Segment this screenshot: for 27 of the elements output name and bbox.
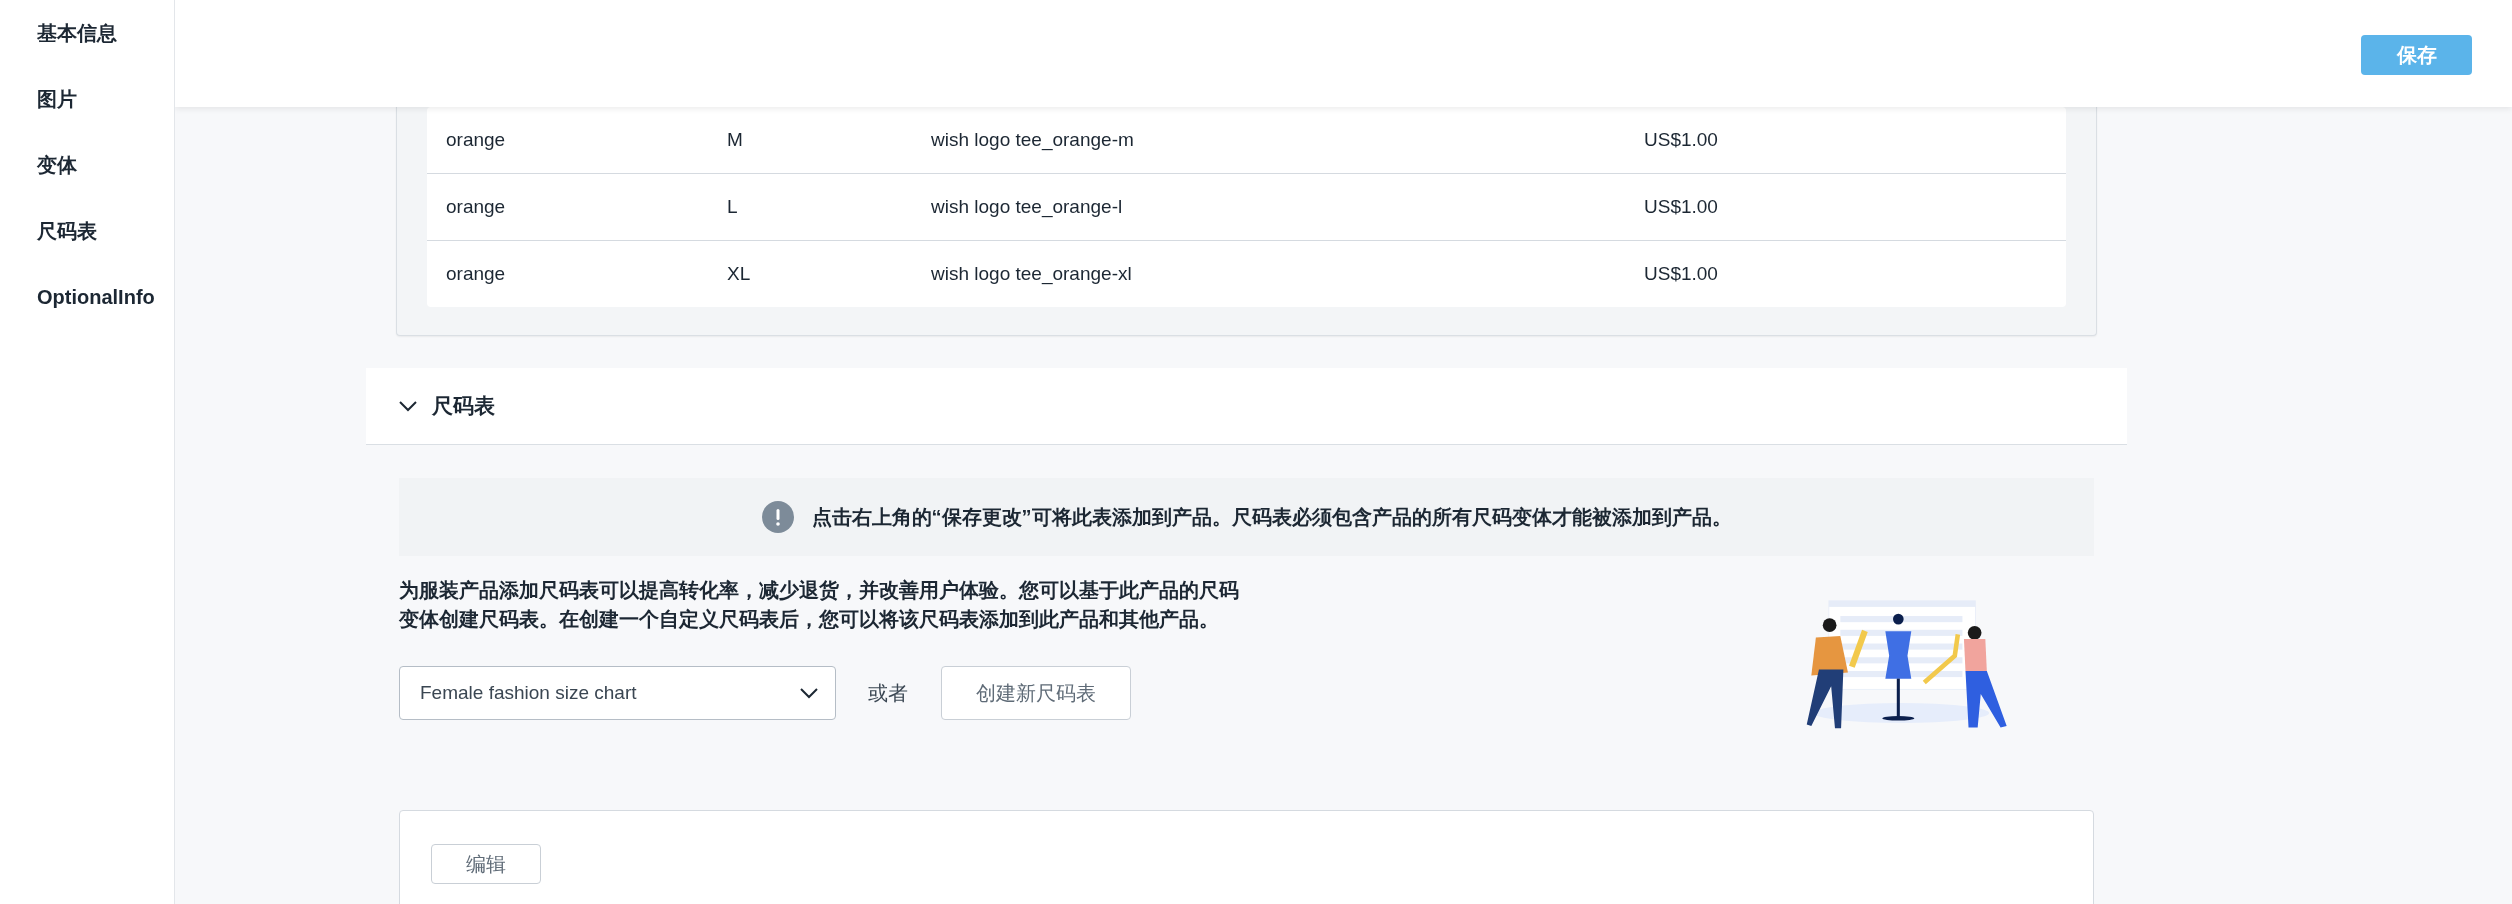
table-cell-text: orange: [446, 263, 507, 285]
sidebar-item[interactable]: OptionalInfo: [0, 278, 174, 344]
caret-icon: [799, 687, 819, 699]
table-cell-text: US$1.00: [1644, 263, 1719, 285]
edit-button[interactable]: 编辑: [431, 844, 541, 884]
table-cell-text: wish logo tee_orange-m: [931, 129, 1135, 151]
table-cell-text: L: [727, 196, 739, 218]
table-cell-text: wish logo tee_orange-l: [931, 196, 1124, 218]
table-cell-text: wish logo tee_orange-xl: [931, 263, 1133, 285]
sidebar-item[interactable]: 基本信息: [0, 14, 174, 80]
size-chart-select[interactable]: Female fashion size chart: [399, 666, 836, 720]
table-cell-text: XL: [727, 263, 752, 285]
or-label: 或者: [868, 680, 908, 706]
sidebar-item[interactable]: 图片: [0, 80, 174, 146]
sidebar-item[interactable]: 变体: [0, 146, 174, 212]
table-cell-text: M: [727, 129, 744, 151]
notice-text: 点击右上角的“保存更改”可将此表添加到产品。尺码表必须包含产品的所有尺码变体才能被添加到产品。: [811, 504, 1732, 530]
table-cell-text: orange: [446, 196, 507, 218]
table-cell-text: US$1.00: [1644, 129, 1719, 151]
sidebar-item[interactable]: 尺码表: [0, 212, 174, 278]
create-size-chart-button[interactable]: 创建新尺码表: [941, 666, 1131, 720]
table-cell-text: orange: [446, 129, 507, 151]
description-text: 为服装产品添加尺码表可以提高转化率，减少退货，并改善用户体验。您可以基于此产品的尺码变体创建尺码表。在创建一个自定义尺码表后，您可以将该尺码表添加到此产品和其他产品。: [399, 578, 1239, 632]
info-icon: [761, 501, 794, 533]
section-title: 尺码表: [432, 393, 495, 419]
table-cell-text: US$1.00: [1644, 196, 1719, 218]
section-header[interactable]: 尺码表: [366, 368, 2127, 445]
